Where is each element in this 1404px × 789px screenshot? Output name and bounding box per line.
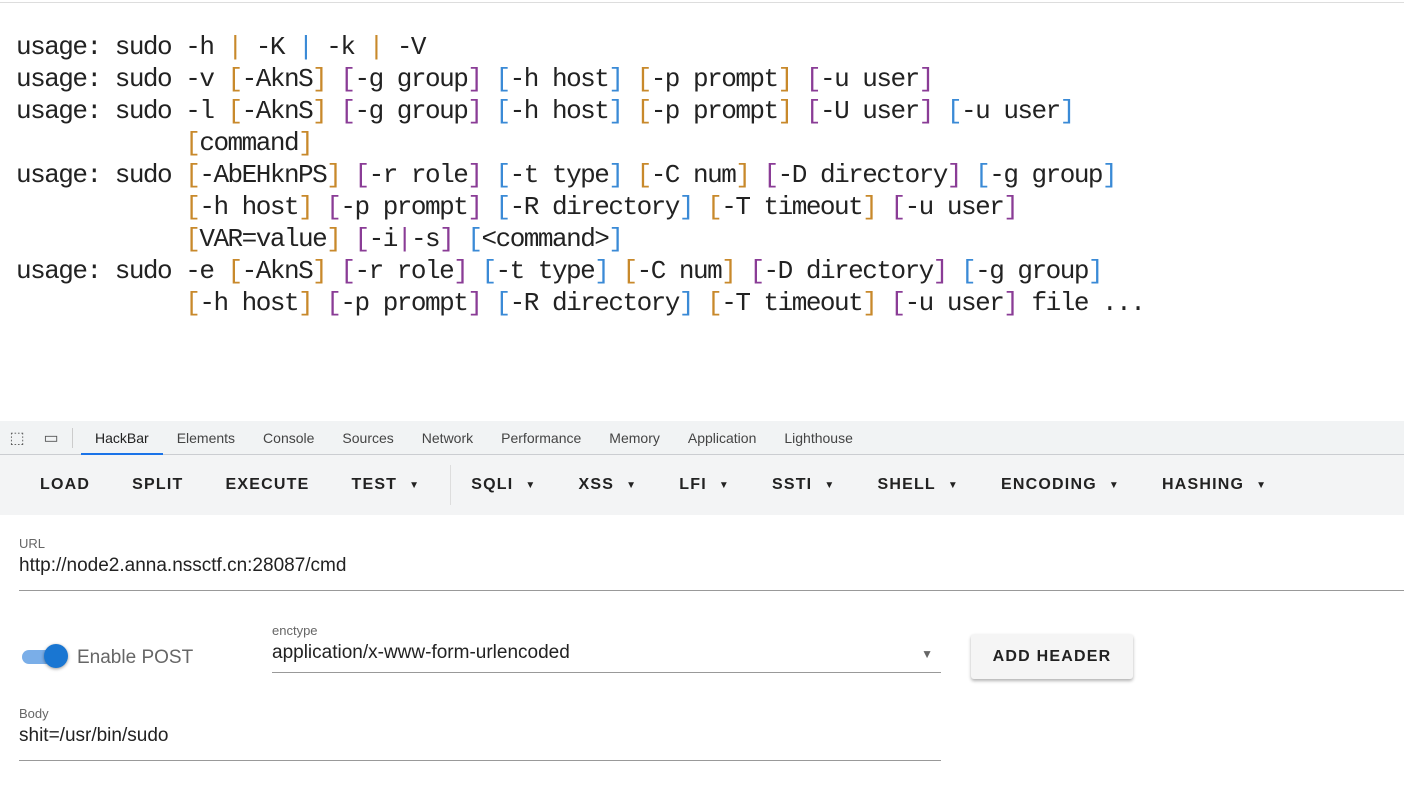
shell-dropdown[interactable]: SHELL ▼ <box>861 476 975 494</box>
output-line: usage: sudo -h | -K | -k | -V <box>16 32 427 62</box>
command-output: usage: sudo -h | -K | -k | -V usage: sudo… <box>16 31 1146 319</box>
caret-down-icon: ▼ <box>409 479 421 491</box>
output-line: usage: sudo -v [-AknS] [-g group] [-h ho… <box>16 64 934 94</box>
output-line: [VAR=value] [-i|-s] [<command>] <box>185 224 624 254</box>
tab-network[interactable]: Network <box>408 421 487 455</box>
hashing-dropdown[interactable]: HASHING ▼ <box>1146 476 1283 494</box>
url-value[interactable]: http://node2.anna.nssctf.cn:28087/cmd <box>19 555 1404 577</box>
tab-memory[interactable]: Memory <box>595 421 674 455</box>
devtools-tabbar: ⬚ ▭ HackBar Elements Console Sources Network… <box>0 421 1404 455</box>
dropdown-label: SQLI <box>471 476 514 493</box>
dropdown-label: ENCODING <box>1001 476 1097 493</box>
enctype-value: application/x-www-form-urlencoded <box>272 642 570 663</box>
caret-down-icon: ▼ <box>718 479 730 491</box>
hackbar-toolbar: LOAD SPLIT EXECUTE TEST ▼ SQLI ▼ XSS ▼ LFI ▼ SSTI ▼ S… <box>0 455 1404 515</box>
test-dropdown[interactable]: TEST ▼ <box>335 476 436 494</box>
caret-down-icon: ▼ <box>947 479 960 491</box>
divider <box>0 2 1404 3</box>
tab-application[interactable]: Application <box>674 421 771 455</box>
output-line: [command] <box>185 128 313 158</box>
load-button[interactable]: LOAD <box>24 476 106 494</box>
encoding-dropdown[interactable]: ENCODING ▼ <box>985 476 1136 494</box>
enable-post-toggle[interactable] <box>22 644 68 670</box>
tab-sources[interactable]: Sources <box>328 421 407 455</box>
tab-console[interactable]: Console <box>249 421 328 455</box>
output-line: usage: sudo -e [-AknS] [-r role] [-t typ… <box>16 256 1104 286</box>
body-label: Body <box>19 706 49 721</box>
dropdown-label: HASHING <box>1161 476 1245 493</box>
tab-performance[interactable]: Performance <box>487 421 595 455</box>
ssti-dropdown[interactable]: SSTI ▼ <box>756 476 851 494</box>
dropdown-label: TEST <box>351 476 398 493</box>
tab-elements[interactable]: Elements <box>163 421 249 455</box>
tab-lighthouse[interactable]: Lighthouse <box>770 421 867 455</box>
output-line: usage: sudo [-AbEHknPS] [-r role] [-t ty… <box>16 160 1118 190</box>
sqli-dropdown[interactable]: SQLI ▼ <box>455 476 552 494</box>
split-button[interactable]: SPLIT <box>116 476 199 494</box>
tab-hackbar[interactable]: HackBar <box>81 421 163 455</box>
xss-dropdown[interactable]: XSS ▼ <box>563 476 654 494</box>
dropdown-label: LFI <box>679 476 707 493</box>
dropdown-label: XSS <box>578 476 615 493</box>
output-line: [-h host] [-p prompt] [-R directory] [-T… <box>185 192 1019 222</box>
caret-down-icon: ▼ <box>525 479 537 491</box>
caret-down-icon: ▼ <box>1108 479 1120 491</box>
toggle-knob <box>44 644 68 668</box>
url-field[interactable]: URL http://node2.anna.nssctf.cn:28087/cm… <box>19 536 1404 591</box>
lfi-dropdown[interactable]: LFI ▼ <box>663 476 746 494</box>
enctype-select[interactable]: enctype application/x-www-form-urlencode… <box>272 623 941 673</box>
caret-down-icon: ▼ <box>824 479 836 491</box>
body-value[interactable]: shit=/usr/bin/sudo <box>19 725 941 747</box>
divider <box>450 465 452 505</box>
caret-down-icon: ▼ <box>626 479 638 491</box>
dropdown-arrow-icon: ▼ <box>921 647 933 661</box>
divider <box>72 427 73 448</box>
dropdown-label: SSTI <box>771 476 813 493</box>
dropdown-label: SHELL <box>877 476 936 493</box>
url-label: URL <box>19 536 46 551</box>
execute-button[interactable]: EXECUTE <box>209 476 325 494</box>
output-line: usage: sudo -l [-AknS] [-g group] [-h ho… <box>16 96 1075 126</box>
device-toolbar-icon[interactable]: ▭ <box>34 428 68 448</box>
caret-down-icon: ▼ <box>1256 479 1268 491</box>
body-field[interactable]: Body shit=/usr/bin/sudo <box>19 706 941 761</box>
inspect-element-icon[interactable]: ⬚ <box>0 428 34 448</box>
enctype-label: enctype <box>272 623 318 638</box>
add-header-button[interactable]: ADD HEADER <box>971 634 1133 679</box>
output-line: [-h host] [-p prompt] [-R directory] [-T… <box>185 288 1146 318</box>
enable-post-label: Enable POST <box>77 647 194 668</box>
